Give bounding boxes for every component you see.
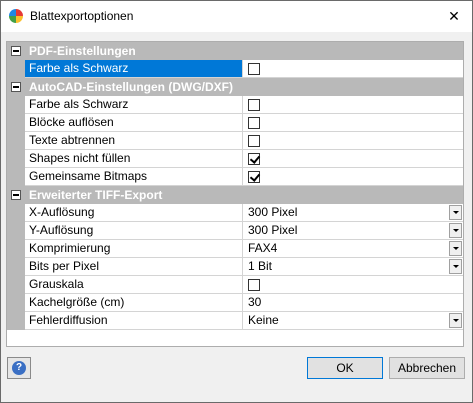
property-row[interactable]: Kachelgröße (cm) 30	[7, 294, 463, 312]
property-row[interactable]: Bits per Pixel 1 Bit	[7, 258, 463, 276]
ok-button[interactable]: OK	[307, 357, 383, 379]
property-value[interactable]: 300 Pixel	[243, 222, 463, 240]
property-value[interactable]	[243, 168, 463, 186]
property-value[interactable]: FAX4	[243, 240, 463, 258]
collapse-icon[interactable]	[11, 190, 21, 200]
property-name[interactable]: Blöcke auflösen	[25, 114, 243, 132]
dropdown-arrow-icon[interactable]	[449, 259, 462, 274]
group-title: Erweiterter TIFF-Export	[29, 188, 163, 202]
dropdown-arrow-icon[interactable]	[449, 223, 462, 238]
dropdown-arrow-icon[interactable]	[449, 313, 462, 328]
group-title: AutoCAD-Einstellungen (DWG/DXF)	[29, 80, 233, 94]
property-row[interactable]: Shapes nicht füllen	[7, 150, 463, 168]
property-value[interactable]: 1 Bit	[243, 258, 463, 276]
help-button[interactable]: ?	[7, 357, 31, 379]
close-button[interactable]: ✕	[440, 3, 468, 29]
property-value[interactable]: 30	[243, 294, 463, 312]
property-value[interactable]	[243, 276, 463, 294]
property-row[interactable]: Farbe als Schwarz	[7, 96, 463, 114]
dialog-window: Blattexportoptionen ✕ PDF-Einstellungen …	[0, 0, 473, 403]
text-value[interactable]: 30	[248, 294, 261, 311]
property-row[interactable]: X-Auflösung 300 Pixel	[7, 204, 463, 222]
property-value[interactable]: 300 Pixel	[243, 204, 463, 222]
property-row[interactable]: Y-Auflösung 300 Pixel	[7, 222, 463, 240]
checkbox[interactable]	[248, 63, 260, 75]
property-name[interactable]: Farbe als Schwarz	[25, 96, 243, 114]
property-row[interactable]: Grauskala	[7, 276, 463, 294]
property-name[interactable]: Grauskala	[25, 276, 243, 294]
combo-value: FAX4	[248, 241, 278, 255]
group-tiff-export[interactable]: Erweiterter TIFF-Export	[7, 186, 463, 204]
property-row[interactable]: Blöcke auflösen	[7, 114, 463, 132]
property-name[interactable]: Farbe als Schwarz	[25, 60, 243, 78]
collapse-icon[interactable]	[11, 82, 21, 92]
property-name[interactable]: Fehlerdiffusion	[25, 312, 243, 330]
app-logo-icon	[9, 9, 23, 23]
property-value[interactable]	[243, 60, 463, 78]
property-row[interactable]: Farbe als Schwarz	[7, 60, 463, 78]
window-title: Blattexportoptionen	[30, 9, 134, 23]
property-name[interactable]: Gemeinsame Bitmaps	[25, 168, 243, 186]
property-name[interactable]: Kachelgröße (cm)	[25, 294, 243, 312]
checkbox[interactable]	[248, 135, 260, 147]
collapse-icon[interactable]	[11, 46, 21, 56]
group-pdf-settings[interactable]: PDF-Einstellungen	[7, 42, 463, 60]
combo-value: 300 Pixel	[248, 205, 298, 219]
dropdown-arrow-icon[interactable]	[449, 205, 462, 220]
property-row[interactable]: Komprimierung FAX4	[7, 240, 463, 258]
checkbox[interactable]	[248, 99, 260, 111]
property-value[interactable]	[243, 96, 463, 114]
property-name[interactable]: X-Auflösung	[25, 204, 243, 222]
dropdown-arrow-icon[interactable]	[449, 241, 462, 256]
property-row[interactable]: Gemeinsame Bitmaps	[7, 168, 463, 186]
title-bar: Blattexportoptionen ✕	[1, 1, 472, 32]
cancel-button[interactable]: Abbrechen	[389, 357, 465, 379]
help-icon: ?	[12, 361, 26, 375]
property-grid: PDF-Einstellungen Farbe als Schwarz Auto…	[6, 41, 464, 347]
property-name[interactable]: Texte abtrennen	[25, 132, 243, 150]
property-row[interactable]: Fehlerdiffusion Keine	[7, 312, 463, 330]
property-value[interactable]: Keine	[243, 312, 463, 330]
property-name[interactable]: Komprimierung	[25, 240, 243, 258]
property-name[interactable]: Bits per Pixel	[25, 258, 243, 276]
property-value[interactable]	[243, 114, 463, 132]
property-value[interactable]	[243, 150, 463, 168]
checkbox[interactable]	[248, 171, 260, 183]
checkbox[interactable]	[248, 279, 260, 291]
property-row[interactable]: Texte abtrennen	[7, 132, 463, 150]
property-name[interactable]: Shapes nicht füllen	[25, 150, 243, 168]
group-autocad-settings[interactable]: AutoCAD-Einstellungen (DWG/DXF)	[7, 78, 463, 96]
combo-value: 300 Pixel	[248, 223, 298, 237]
property-value[interactable]	[243, 132, 463, 150]
property-name[interactable]: Y-Auflösung	[25, 222, 243, 240]
combo-value: Keine	[248, 313, 279, 327]
checkbox[interactable]	[248, 117, 260, 129]
group-title: PDF-Einstellungen	[29, 44, 136, 58]
checkbox[interactable]	[248, 153, 260, 165]
combo-value: 1 Bit	[248, 259, 273, 273]
